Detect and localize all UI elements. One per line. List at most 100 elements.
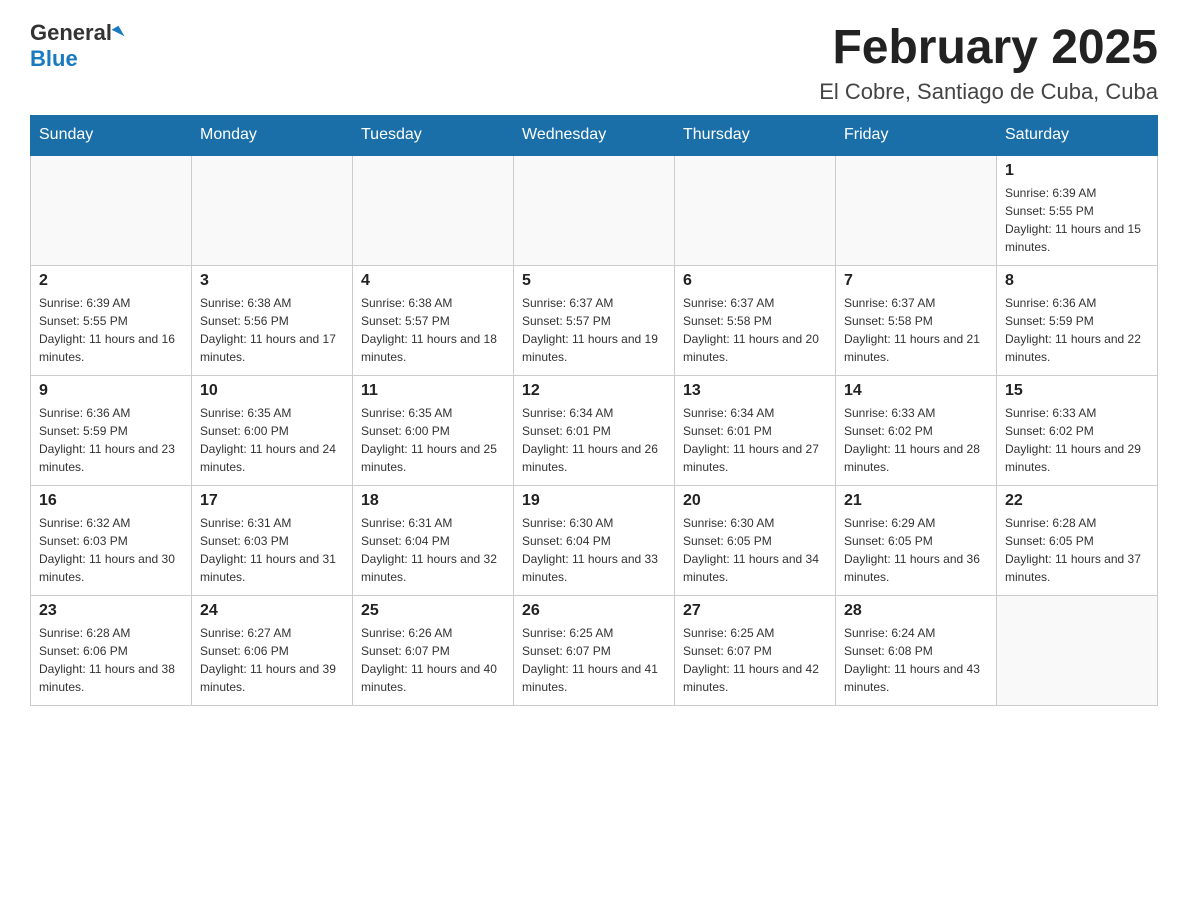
day-number: 26 bbox=[522, 602, 666, 620]
day-info: Sunrise: 6:31 AM Sunset: 6:03 PM Dayligh… bbox=[200, 514, 344, 586]
col-header-sunday: Sunday bbox=[31, 116, 192, 156]
day-info: Sunrise: 6:24 AM Sunset: 6:08 PM Dayligh… bbox=[844, 624, 988, 696]
day-info: Sunrise: 6:39 AM Sunset: 5:55 PM Dayligh… bbox=[1005, 184, 1149, 256]
calendar-week-row: 1 Sunrise: 6:39 AM Sunset: 5:55 PM Daylig… bbox=[31, 155, 1158, 265]
calendar-cell: 19 Sunrise: 6:30 AM Sunset: 6:04 PM Dayli… bbox=[514, 485, 675, 595]
calendar-cell bbox=[675, 155, 836, 265]
day-number: 28 bbox=[844, 602, 988, 620]
day-number: 15 bbox=[1005, 382, 1149, 400]
calendar-cell: 10 Sunrise: 6:35 AM Sunset: 6:00 PM Dayli… bbox=[192, 375, 353, 485]
day-number: 10 bbox=[200, 382, 344, 400]
col-header-monday: Monday bbox=[192, 116, 353, 156]
col-header-thursday: Thursday bbox=[675, 116, 836, 156]
calendar-cell: 26Sunrise: 6:25 AM Sunset: 6:07 PM Dayli… bbox=[514, 595, 675, 705]
calendar-header-row: SundayMondayTuesdayWednesdayThursdayFrid… bbox=[31, 116, 1158, 156]
day-number: 21 bbox=[844, 492, 988, 510]
day-info: Sunrise: 6:34 AM Sunset: 6:01 PM Dayligh… bbox=[683, 404, 827, 476]
day-info: Sunrise: 6:30 AM Sunset: 6:04 PM Dayligh… bbox=[522, 514, 666, 586]
page-subtitle: El Cobre, Santiago de Cuba, Cuba bbox=[819, 79, 1158, 105]
day-number: 6 bbox=[683, 272, 827, 290]
logo-general-text: General bbox=[30, 20, 112, 46]
calendar-cell: 4 Sunrise: 6:38 AM Sunset: 5:57 PM Daylig… bbox=[353, 265, 514, 375]
day-number: 11 bbox=[361, 382, 505, 400]
day-number: 3 bbox=[200, 272, 344, 290]
day-info: Sunrise: 6:29 AM Sunset: 6:05 PM Dayligh… bbox=[844, 514, 988, 586]
col-header-wednesday: Wednesday bbox=[514, 116, 675, 156]
day-number: 14 bbox=[844, 382, 988, 400]
calendar-cell: 28 Sunrise: 6:24 AM Sunset: 6:08 PM Dayli… bbox=[836, 595, 997, 705]
calendar-cell: 9 Sunrise: 6:36 AM Sunset: 5:59 PM Daylig… bbox=[31, 375, 192, 485]
day-number: 19 bbox=[522, 492, 666, 510]
day-number: 2 bbox=[39, 272, 183, 290]
day-number: 20 bbox=[683, 492, 827, 510]
day-number: 13 bbox=[683, 382, 827, 400]
calendar-table: SundayMondayTuesdayWednesdayThursdayFrid… bbox=[30, 115, 1158, 706]
day-info: Sunrise: 6:26 AM Sunset: 6:07 PM Dayligh… bbox=[361, 624, 505, 696]
day-info: Sunrise: 6:34 AM Sunset: 6:01 PM Dayligh… bbox=[522, 404, 666, 476]
day-number: 18 bbox=[361, 492, 505, 510]
calendar-cell: 1 Sunrise: 6:39 AM Sunset: 5:55 PM Daylig… bbox=[997, 155, 1158, 265]
day-number: 4 bbox=[361, 272, 505, 290]
day-number: 16 bbox=[39, 492, 183, 510]
calendar-cell: 27 Sunrise: 6:25 AM Sunset: 6:07 PM Dayli… bbox=[675, 595, 836, 705]
calendar-cell: 12 Sunrise: 6:34 AM Sunset: 6:01 PM Dayli… bbox=[514, 375, 675, 485]
day-info: Sunrise: 6:25 AM Sunset: 6:07 PM Dayligh… bbox=[683, 624, 827, 696]
calendar-cell bbox=[514, 155, 675, 265]
calendar-cell bbox=[353, 155, 514, 265]
calendar-cell: 8 Sunrise: 6:36 AM Sunset: 5:59 PM Daylig… bbox=[997, 265, 1158, 375]
calendar-cell bbox=[997, 595, 1158, 705]
day-info: Sunrise: 6:36 AM Sunset: 5:59 PM Dayligh… bbox=[1005, 294, 1149, 366]
day-number: 17 bbox=[200, 492, 344, 510]
day-number: 8 bbox=[1005, 272, 1149, 290]
col-header-friday: Friday bbox=[836, 116, 997, 156]
day-info: Sunrise: 6:38 AM Sunset: 5:56 PM Dayligh… bbox=[200, 294, 344, 366]
day-info: Sunrise: 6:28 AM Sunset: 6:06 PM Dayligh… bbox=[39, 624, 183, 696]
page-title: February 2025 bbox=[819, 20, 1158, 75]
day-info: Sunrise: 6:39 AM Sunset: 5:55 PM Dayligh… bbox=[39, 294, 183, 366]
day-number: 22 bbox=[1005, 492, 1149, 510]
day-info: Sunrise: 6:33 AM Sunset: 6:02 PM Dayligh… bbox=[844, 404, 988, 476]
calendar-cell: 15Sunrise: 6:33 AM Sunset: 6:02 PM Dayli… bbox=[997, 375, 1158, 485]
calendar-week-row: 2 Sunrise: 6:39 AM Sunset: 5:55 PM Daylig… bbox=[31, 265, 1158, 375]
logo-triangle-icon bbox=[111, 26, 124, 40]
calendar-week-row: 9 Sunrise: 6:36 AM Sunset: 5:59 PM Daylig… bbox=[31, 375, 1158, 485]
calendar-cell bbox=[31, 155, 192, 265]
calendar-cell: 20Sunrise: 6:30 AM Sunset: 6:05 PM Dayli… bbox=[675, 485, 836, 595]
day-number: 25 bbox=[361, 602, 505, 620]
calendar-cell: 2 Sunrise: 6:39 AM Sunset: 5:55 PM Daylig… bbox=[31, 265, 192, 375]
day-number: 9 bbox=[39, 382, 183, 400]
day-number: 24 bbox=[200, 602, 344, 620]
calendar-cell: 11 Sunrise: 6:35 AM Sunset: 6:00 PM Dayli… bbox=[353, 375, 514, 485]
calendar-cell: 3 Sunrise: 6:38 AM Sunset: 5:56 PM Daylig… bbox=[192, 265, 353, 375]
day-number: 1 bbox=[1005, 162, 1149, 180]
day-info: Sunrise: 6:37 AM Sunset: 5:57 PM Dayligh… bbox=[522, 294, 666, 366]
calendar-week-row: 23Sunrise: 6:28 AM Sunset: 6:06 PM Dayli… bbox=[31, 595, 1158, 705]
calendar-cell: 5 Sunrise: 6:37 AM Sunset: 5:57 PM Daylig… bbox=[514, 265, 675, 375]
logo-blue-text: Blue bbox=[30, 46, 78, 71]
calendar-cell: 24 Sunrise: 6:27 AM Sunset: 6:06 PM Dayli… bbox=[192, 595, 353, 705]
calendar-cell: 23Sunrise: 6:28 AM Sunset: 6:06 PM Dayli… bbox=[31, 595, 192, 705]
calendar-cell: 7Sunrise: 6:37 AM Sunset: 5:58 PM Daylig… bbox=[836, 265, 997, 375]
day-number: 5 bbox=[522, 272, 666, 290]
day-info: Sunrise: 6:38 AM Sunset: 5:57 PM Dayligh… bbox=[361, 294, 505, 366]
calendar-cell bbox=[836, 155, 997, 265]
day-info: Sunrise: 6:36 AM Sunset: 5:59 PM Dayligh… bbox=[39, 404, 183, 476]
day-info: Sunrise: 6:37 AM Sunset: 5:58 PM Dayligh… bbox=[683, 294, 827, 366]
day-info: Sunrise: 6:32 AM Sunset: 6:03 PM Dayligh… bbox=[39, 514, 183, 586]
logo: General Blue bbox=[30, 20, 122, 72]
calendar-cell: 22 Sunrise: 6:28 AM Sunset: 6:05 PM Dayli… bbox=[997, 485, 1158, 595]
day-info: Sunrise: 6:35 AM Sunset: 6:00 PM Dayligh… bbox=[361, 404, 505, 476]
calendar-cell: 6 Sunrise: 6:37 AM Sunset: 5:58 PM Daylig… bbox=[675, 265, 836, 375]
day-info: Sunrise: 6:28 AM Sunset: 6:05 PM Dayligh… bbox=[1005, 514, 1149, 586]
day-number: 27 bbox=[683, 602, 827, 620]
day-info: Sunrise: 6:27 AM Sunset: 6:06 PM Dayligh… bbox=[200, 624, 344, 696]
calendar-cell: 16 Sunrise: 6:32 AM Sunset: 6:03 PM Dayli… bbox=[31, 485, 192, 595]
day-number: 12 bbox=[522, 382, 666, 400]
calendar-cell: 13 Sunrise: 6:34 AM Sunset: 6:01 PM Dayli… bbox=[675, 375, 836, 485]
calendar-cell: 18Sunrise: 6:31 AM Sunset: 6:04 PM Dayli… bbox=[353, 485, 514, 595]
day-info: Sunrise: 6:35 AM Sunset: 6:00 PM Dayligh… bbox=[200, 404, 344, 476]
calendar-cell: 14 Sunrise: 6:33 AM Sunset: 6:02 PM Dayli… bbox=[836, 375, 997, 485]
calendar-cell bbox=[192, 155, 353, 265]
day-number: 7 bbox=[844, 272, 988, 290]
calendar-week-row: 16 Sunrise: 6:32 AM Sunset: 6:03 PM Dayli… bbox=[31, 485, 1158, 595]
